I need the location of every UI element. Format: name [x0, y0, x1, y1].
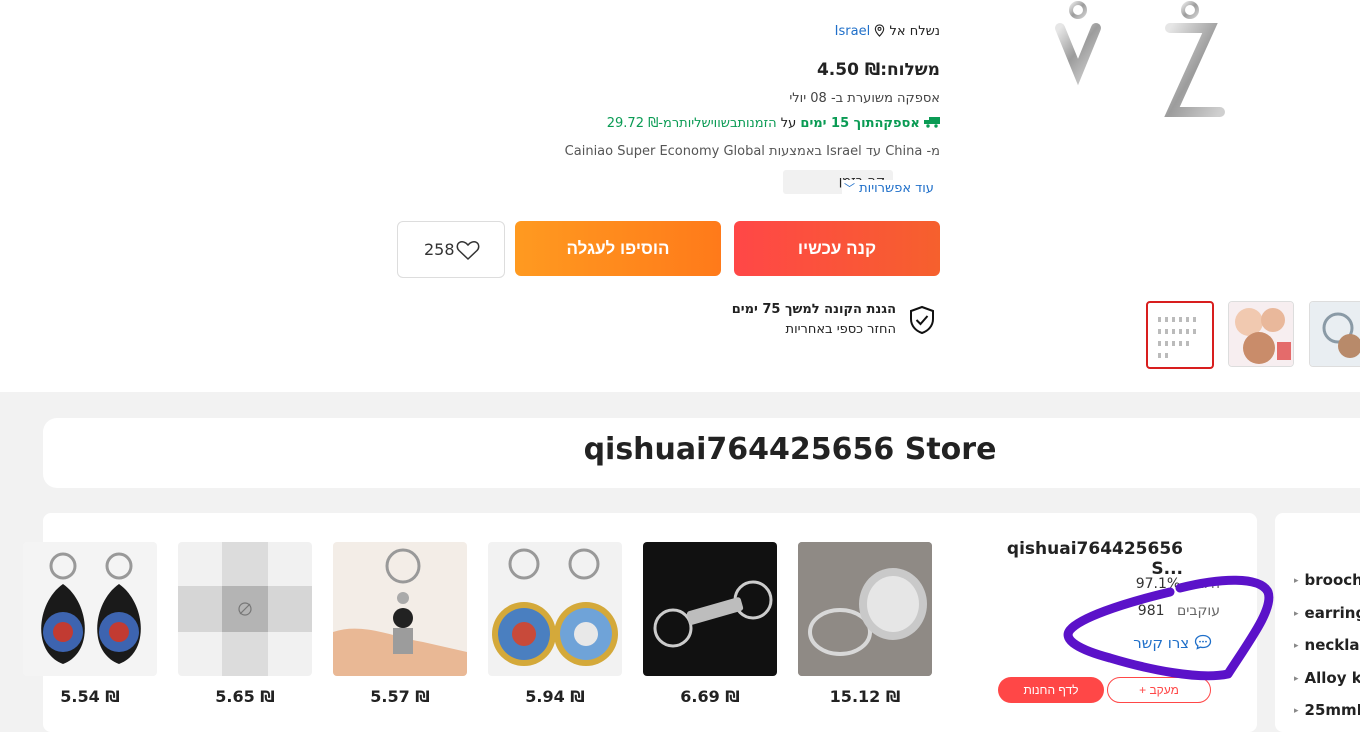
product-price: 5.57 ₪: [370, 687, 430, 706]
product-card-image[interactable]: [798, 542, 932, 676]
fast-delivery-threshold: הזמנותבשווישליותרמ-₪ 29.72: [606, 116, 777, 131]
product-card-image[interactable]: [333, 542, 467, 676]
product-card-image[interactable]: [178, 542, 312, 676]
chevron-right-icon: ▸: [1294, 609, 1299, 619]
add-to-cart-button[interactable]: הוסיפו לעגלה: [515, 221, 721, 276]
category-link[interactable]: ▸ necklac: [1294, 636, 1360, 654]
keyring-train-image: [643, 542, 777, 676]
keyring-thumbnail-image: [1310, 302, 1360, 366]
thumbnail-keyring[interactable]: [1309, 301, 1360, 367]
product-card-image[interactable]: [643, 542, 777, 676]
category-link[interactable]: ▸ earring: [1294, 604, 1360, 622]
fast-delivery-days: אספקהתוך 15 ימים: [800, 116, 920, 131]
category-link[interactable]: ▸ 25mmK: [1294, 701, 1360, 719]
shipping-route: מ- China עד Israel באמצעות Cainiao Super…: [564, 144, 940, 159]
wishlist-count: 258: [424, 240, 455, 259]
chevron-down-icon: ﹀: [844, 182, 855, 195]
fast-delivery-row: אספקהתוך 15 ימים על הזמנותבשווישליותרמ-₪…: [500, 116, 940, 131]
category-label: necklac: [1304, 636, 1360, 654]
keyring-medal-image: [488, 542, 622, 676]
category-link[interactable]: ▸ Alloy ke: [1294, 669, 1360, 687]
thumbnail-photos[interactable]: [1228, 301, 1294, 367]
shipping-price: משלוח:₪ 4.50: [816, 60, 940, 80]
category-sidebar: [1275, 513, 1360, 732]
category-label: earring: [1304, 604, 1360, 622]
fast-delivery-on: על: [780, 116, 797, 131]
product-price: 15.12 ₪: [829, 687, 901, 706]
more-options-label: עוד אפשרויות: [859, 181, 934, 196]
delivery-estimate: אספקה משוערת ב- 08 יולי: [789, 91, 940, 106]
ship-to-label: נשלח אל: [889, 24, 940, 39]
thumbnail-selected[interactable]: [1146, 301, 1214, 369]
store-banner-title[interactable]: qishuai764425656 Store: [560, 432, 1020, 467]
category-link[interactable]: ▸ brooch: [1294, 571, 1360, 589]
heart-icon: [456, 241, 480, 261]
chevron-right-icon: ▸: [1294, 706, 1299, 716]
chevron-right-icon: ▸: [1294, 576, 1299, 586]
product-price: 5.65 ₪: [215, 687, 275, 706]
buyer-protection-title: הגנת הקונה למשך 75 ימים: [731, 302, 896, 317]
shield-check-icon: [910, 305, 934, 335]
image-placeholder: [178, 542, 312, 676]
ship-to-country-link[interactable]: Israel: [835, 24, 871, 39]
buy-now-button[interactable]: קנה עכשיו: [734, 221, 940, 276]
truck-icon: [924, 117, 940, 128]
product-price: 5.94 ₪: [525, 687, 585, 706]
buyer-protection-subtitle: החזר כספי באחריות: [785, 322, 896, 337]
kids-photo-thumbnail-image: [1229, 302, 1293, 366]
chevron-right-icon: ▸: [1294, 641, 1299, 651]
product-main-image[interactable]: [1030, 0, 1290, 140]
category-label: 25mmK: [1304, 701, 1360, 719]
category-label: brooch: [1304, 571, 1360, 589]
product-card-image[interactable]: [488, 542, 622, 676]
product-price: 5.54 ₪: [60, 687, 120, 706]
ship-to-row[interactable]: נשלח אל Israel: [640, 24, 940, 39]
keyring-round-image: [798, 542, 932, 676]
more-options-link[interactable]: עוד אפשרויות ﹀: [842, 180, 936, 196]
chevron-right-icon: ▸: [1294, 674, 1299, 684]
category-label: Alloy ke: [1304, 669, 1360, 687]
keyring-figure-image: [333, 542, 467, 676]
purple-annotation-scribble: [1063, 575, 1274, 681]
product-price: 6.69 ₪: [680, 687, 740, 706]
wishlist-button[interactable]: 258: [397, 221, 505, 278]
keyring-leather-image: [23, 542, 157, 676]
letters-thumbnail-image: [1158, 317, 1196, 358]
product-card-image[interactable]: [23, 542, 157, 676]
location-pin-icon: [875, 24, 885, 37]
